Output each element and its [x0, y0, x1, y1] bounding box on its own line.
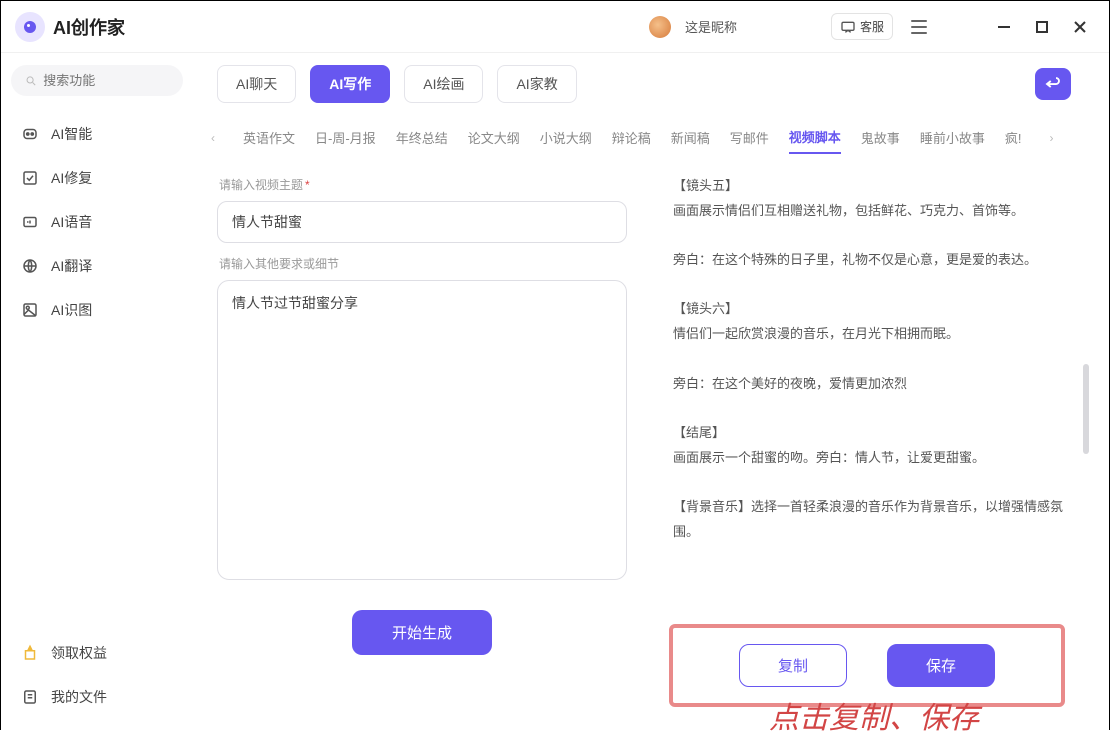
- title-right: 这是昵称 客服: [649, 12, 1095, 42]
- subtab-english[interactable]: 英语作文: [243, 122, 295, 153]
- subtab-video-script[interactable]: 视频脚本: [789, 121, 841, 154]
- output-line: 【结尾】: [673, 421, 1067, 446]
- tab-ai-write[interactable]: AI写作: [310, 65, 390, 103]
- support-label: 客服: [860, 18, 884, 35]
- sidebar-item-label: 领取权益: [51, 643, 107, 663]
- app-logo: [15, 12, 45, 42]
- user-avatar[interactable]: [649, 16, 671, 38]
- subtab-ghost[interactable]: 鬼故事: [861, 122, 900, 153]
- sidebar-item-label: AI识图: [51, 300, 92, 320]
- sidebar-item-ai-translate[interactable]: AI翻译: [11, 244, 183, 288]
- copy-button[interactable]: 复制: [739, 644, 847, 687]
- search-icon: [25, 74, 37, 88]
- logo-icon: [21, 18, 39, 36]
- subtab-debate[interactable]: 辩论稿: [612, 122, 651, 153]
- form-panel: 请输入视频主题* 请输入其他要求或细节 开始生成: [217, 164, 627, 731]
- subtab-news[interactable]: 新闻稿: [671, 122, 710, 153]
- output-line: 【镜头五】: [673, 174, 1067, 199]
- menu-button[interactable]: [911, 15, 935, 39]
- sidebar-item-ai-voice[interactable]: AI语音: [11, 200, 183, 244]
- repair-icon: [21, 169, 39, 187]
- subtab-more[interactable]: 疯!: [1005, 122, 1022, 153]
- close-button[interactable]: [1065, 12, 1095, 42]
- title-bar: AI创作家 这是昵称 客服: [1, 1, 1109, 53]
- save-button[interactable]: 保存: [887, 644, 995, 687]
- sidebar-item-ai-smart[interactable]: AI智能: [11, 112, 183, 156]
- subtab-email[interactable]: 写邮件: [730, 122, 769, 153]
- logo-wrap: AI创作家: [15, 12, 125, 42]
- output-line: [673, 470, 1067, 495]
- sidebar-item-rights[interactable]: 领取权益: [11, 631, 183, 675]
- output-line: 画面展示一个甜蜜的吻。旁白：情人节，让爱更甜蜜。: [673, 446, 1067, 471]
- output-line: 画面展示情侣们互相赠送礼物，包括鲜花、巧克力、首饰等。: [673, 199, 1067, 224]
- search-box[interactable]: [11, 65, 183, 96]
- nickname: 这是昵称: [685, 17, 737, 36]
- gift-icon: [21, 644, 39, 662]
- chat-icon: [840, 19, 856, 35]
- voice-icon: [21, 213, 39, 231]
- output-line: 旁白：在这个特殊的日子里，礼物不仅是心意，更是爱的表达。: [673, 248, 1067, 273]
- output-line: [673, 396, 1067, 421]
- file-icon: [21, 688, 39, 706]
- sidebar-item-files[interactable]: 我的文件: [11, 675, 183, 719]
- main-area: AI聊天 AI写作 AI绘画 AI家教 ‹ 英语作文 日-周-月报 年终总结 论…: [193, 53, 1109, 731]
- search-input[interactable]: [43, 73, 169, 88]
- sidebar-item-ai-image[interactable]: AI识图: [11, 288, 183, 332]
- output-line: [673, 347, 1067, 372]
- translate-icon: [21, 257, 39, 275]
- detail-label: 请输入其他要求或细节: [219, 255, 627, 272]
- sidebar-item-ai-repair[interactable]: AI修复: [11, 156, 183, 200]
- scrollbar-thumb[interactable]: [1083, 364, 1089, 454]
- output-text: 【镜头五】画面展示情侣们互相赠送礼物，包括鲜花、巧克力、首饰等。 旁白：在这个特…: [645, 164, 1095, 614]
- sidebar-item-label: AI修复: [51, 168, 92, 188]
- tab-ai-chat[interactable]: AI聊天: [217, 65, 296, 103]
- detail-textarea[interactable]: [217, 280, 627, 580]
- output-line: [673, 273, 1067, 298]
- sub-tabs: ‹ 英语作文 日-周-月报 年终总结 论文大纲 小说大纲 辩论稿 新闻稿 写邮件…: [193, 121, 1109, 154]
- support-button[interactable]: 客服: [831, 13, 893, 40]
- scroll-left-button[interactable]: ‹: [203, 128, 223, 148]
- annotation-text: 点击复制、保存: [769, 693, 979, 731]
- output-line: 【镜头六】: [673, 297, 1067, 322]
- sidebar-item-label: AI语音: [51, 212, 92, 232]
- return-icon: [1044, 75, 1062, 93]
- tab-ai-tutor[interactable]: AI家教: [497, 65, 576, 103]
- maximize-button[interactable]: [1027, 12, 1057, 42]
- app-title: AI创作家: [53, 14, 125, 40]
- smart-icon: [21, 125, 39, 143]
- output-line: 【背景音乐】选择一首轻柔浪漫的音乐作为背景音乐，以增强情感氛围。: [673, 495, 1067, 544]
- sidebar-item-label: 我的文件: [51, 687, 107, 707]
- output-line: [673, 223, 1067, 248]
- subtab-bedtime[interactable]: 睡前小故事: [920, 122, 985, 153]
- image-icon: [21, 301, 39, 319]
- output-line: 旁白：在这个美好的夜晚，爱情更加浓烈: [673, 372, 1067, 397]
- subtab-novel[interactable]: 小说大纲: [540, 122, 592, 153]
- output-panel: 【镜头五】画面展示情侣们互相赠送礼物，包括鲜花、巧克力、首饰等。 旁白：在这个特…: [645, 164, 1095, 731]
- minimize-button[interactable]: [989, 12, 1019, 42]
- topic-input[interactable]: [217, 201, 627, 243]
- generate-button[interactable]: 开始生成: [352, 610, 492, 655]
- sidebar-item-label: AI翻译: [51, 256, 92, 276]
- sidebar: AI智能 AI修复 AI语音 AI翻译 AI识图 领取权益 我的文件: [1, 53, 193, 731]
- top-tabs: AI聊天 AI写作 AI绘画 AI家教: [193, 65, 1109, 103]
- topic-label: 请输入视频主题*: [219, 176, 627, 193]
- output-line: 情侣们一起欣赏浪漫的音乐，在月光下相拥而眠。: [673, 322, 1067, 347]
- subtab-thesis[interactable]: 论文大纲: [468, 122, 520, 153]
- back-button[interactable]: [1035, 68, 1071, 100]
- subtab-summary[interactable]: 年终总结: [396, 122, 448, 153]
- tab-ai-draw[interactable]: AI绘画: [404, 65, 483, 103]
- sidebar-item-label: AI智能: [51, 124, 92, 144]
- scroll-right-button[interactable]: ›: [1041, 128, 1061, 148]
- subtab-report[interactable]: 日-周-月报: [315, 122, 376, 153]
- window-controls: [989, 12, 1095, 42]
